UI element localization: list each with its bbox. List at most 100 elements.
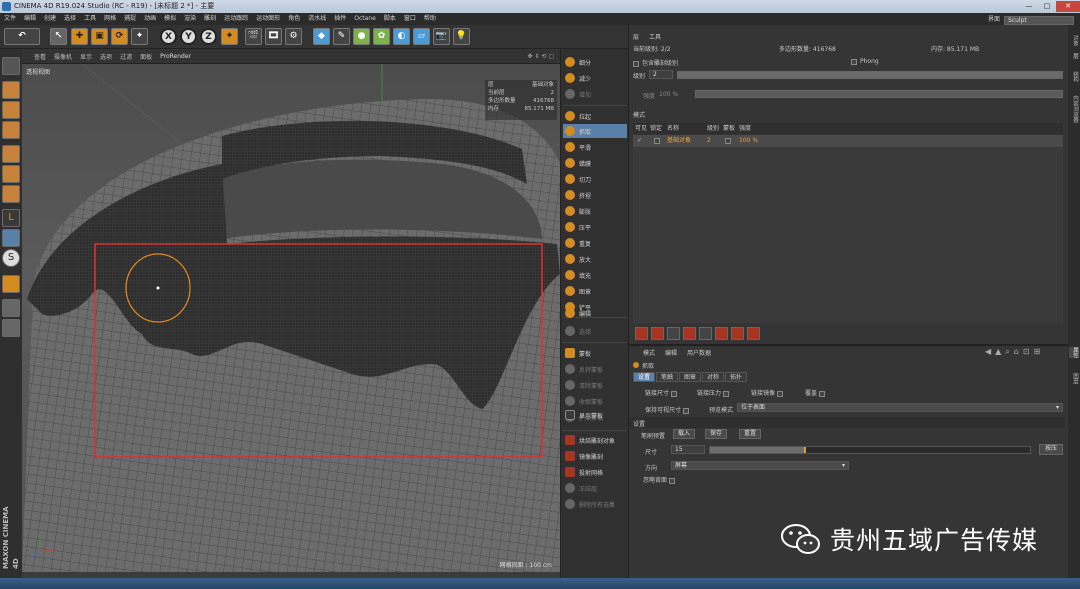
merge-layer-icon[interactable] <box>683 327 696 340</box>
sculpt-tool-wax[interactable]: 蜡膜 <box>563 156 627 170</box>
save-button[interactable]: 保存 <box>705 429 727 439</box>
clear-mask-tool[interactable]: 清除蒙板 <box>563 378 627 392</box>
undo-button[interactable]: ↶ <box>4 28 40 45</box>
edge-tab-content-browser[interactable]: 内容浏览器 <box>1069 95 1079 123</box>
menu-tools[interactable]: 工具 <box>84 13 96 25</box>
sculpt-tool-stamp[interactable]: 图章 <box>563 284 627 298</box>
coordinate-system-icon[interactable]: ⌖ <box>221 28 238 45</box>
reset-button[interactable]: 重置 <box>739 429 761 439</box>
edge-tab-structure[interactable]: 结构 <box>1069 71 1079 82</box>
texture-mode-icon[interactable] <box>2 101 20 119</box>
sculpt-tool-knife[interactable]: 切刀 <box>563 172 627 186</box>
viewport-menu-display[interactable]: 显示 <box>80 52 92 61</box>
array-generator-icon[interactable]: ✿ <box>373 28 390 45</box>
attr-menu-userdata[interactable]: 用户数据 <box>687 348 711 357</box>
sculpt-tool-subdivide[interactable]: 细分 <box>563 55 627 69</box>
rotate-tool-icon[interactable]: ⟳ <box>111 28 128 45</box>
link-size-option[interactable]: 链接尺寸 <box>645 388 680 397</box>
menu-script[interactable]: 脚本 <box>384 13 396 25</box>
sculpt-tool-amplify[interactable]: 放大 <box>563 252 627 266</box>
make-editable-icon[interactable] <box>2 57 20 75</box>
viewport-menu-filter[interactable]: 过滤 <box>120 52 132 61</box>
show-mask-tool[interactable]: 显示蒙板 <box>563 408 627 422</box>
add-layer-icon[interactable] <box>635 327 648 340</box>
render-settings-icon[interactable]: ⚙ <box>285 28 302 45</box>
tab-tools[interactable]: 工具 <box>649 32 661 41</box>
attr-nav-icons[interactable]: ◀▲⌕⌂⊡⊞ <box>985 347 1044 357</box>
edge-tab-layers[interactable]: 层 <box>1069 53 1079 59</box>
add-folder-icon[interactable] <box>651 327 664 340</box>
x-axis-lock-button[interactable]: X <box>160 28 177 45</box>
viewport-menu-view[interactable]: 查看 <box>34 52 46 61</box>
y-axis-lock-button[interactable]: Y <box>180 28 197 45</box>
minimize-button[interactable]: — <box>1020 1 1038 12</box>
sculpt-tool-select[interactable]: 选择 <box>563 324 627 338</box>
edge-tab-layer[interactable]: 图层 <box>1069 373 1079 384</box>
workplane-lock-icon[interactable] <box>2 275 20 293</box>
camera-icon[interactable]: 📷 <box>433 28 450 45</box>
sculpt-tool-pull[interactable]: 拉起 <box>563 109 627 123</box>
axis-mode-icon[interactable]: L <box>2 209 20 227</box>
snap-icon[interactable]: S <box>2 249 20 267</box>
menu-select[interactable]: 选择 <box>64 13 76 25</box>
perspective-viewport[interactable]: 透视视图 层基础对象 当前层 2 多边形数量 416768 内存 85.171 MB … <box>22 64 560 572</box>
viewport-nav-icons[interactable]: ✥ ⇕ ⟲ ▢ <box>528 53 554 60</box>
menu-create[interactable]: 创建 <box>44 13 56 25</box>
move-up-icon[interactable] <box>715 327 728 340</box>
invert-mask-tool[interactable]: 反转蒙板 <box>563 362 627 376</box>
pen-spline-icon[interactable]: ✎ <box>333 28 350 45</box>
backface-option[interactable]: 忽略背面 <box>643 475 678 484</box>
level-field[interactable]: 2 <box>649 70 673 79</box>
z-axis-lock-button[interactable]: Z <box>200 28 217 45</box>
polygons-mode-icon[interactable] <box>2 185 20 203</box>
include-sculpt-checkbox[interactable]: 包含雕刻级别 <box>633 58 678 67</box>
viewport-menu-panel[interactable]: 面板 <box>140 52 152 61</box>
menu-simulate[interactable]: 模拟 <box>164 13 176 25</box>
select-tool-icon[interactable]: ↖ <box>50 28 67 45</box>
viewport-menu-options[interactable]: 选项 <box>100 52 112 61</box>
menu-octane[interactable]: Octane <box>354 13 376 25</box>
menu-plugins[interactable]: 插件 <box>334 13 346 25</box>
menu-character[interactable]: 角色 <box>288 13 300 25</box>
render-view-icon[interactable]: 🎬 <box>245 28 262 45</box>
phong-checkbox[interactable]: Phong <box>851 58 879 65</box>
menu-pipeline[interactable]: 流水线 <box>308 13 326 25</box>
attr-menu-edit[interactable]: 编辑 <box>665 348 677 357</box>
keep-visible-size-option[interactable]: 保持可视尺寸 <box>645 405 692 414</box>
mask-tool[interactable]: 蒙板 <box>563 346 627 360</box>
layout-dropdown[interactable]: Sculpt <box>1004 15 1074 25</box>
shrink-mask-tool[interactable]: 收缩蒙板 <box>563 394 627 408</box>
attr-menu-mode[interactable]: 模式 <box>643 348 655 357</box>
viewport-menu-prorender[interactable]: ProRender <box>160 53 191 60</box>
tab-symmetry[interactable]: 对称 <box>702 372 724 382</box>
menu-edit[interactable]: 编辑 <box>24 13 36 25</box>
sculpt-tool-smooth[interactable]: 平滑 <box>563 140 627 154</box>
layer-row[interactable]: ✓ 基础对象 2 100 % <box>633 135 1063 147</box>
render-picture-viewer-icon[interactable]: 🎞 <box>265 28 282 45</box>
sculpt-tool-repeat[interactable]: 重复 <box>563 236 627 250</box>
edges-mode-icon[interactable] <box>2 165 20 183</box>
sculpt-tool-inflate[interactable]: 膨胀 <box>563 204 627 218</box>
menu-render[interactable]: 渲染 <box>184 13 196 25</box>
strength-slider[interactable] <box>695 90 1063 98</box>
level-slider[interactable] <box>677 71 1063 79</box>
deformer-icon[interactable]: ◐ <box>393 28 410 45</box>
sculpt-tool-edit[interactable]: 编辑 <box>563 306 627 320</box>
scale-tool-icon[interactable]: ▣ <box>91 28 108 45</box>
tab-layers[interactable]: 层 <box>633 32 639 41</box>
sculpt-tool-increase[interactable]: 增加 <box>563 87 627 101</box>
pressure-button[interactable]: 按压 <box>1039 444 1063 455</box>
link-pressure-option[interactable]: 链接压力 <box>697 388 732 397</box>
visible-check-icon[interactable]: ✓ <box>633 135 650 147</box>
close-button[interactable]: ✕ <box>1056 1 1080 12</box>
tweak-mode-icon[interactable] <box>2 229 20 247</box>
recent-tool-icon[interactable]: ✦ <box>131 28 148 45</box>
override-option[interactable]: 覆盖 <box>805 388 828 397</box>
delete-selections-tool[interactable]: 删除所有选集 <box>563 497 627 511</box>
bake-sculpt-tool[interactable]: 烘焙雕刻对象 <box>563 433 627 447</box>
cube-primitive-icon[interactable]: ◆ <box>313 28 330 45</box>
menu-window[interactable]: 窗口 <box>404 13 416 25</box>
tab-settings[interactable]: 设置 <box>633 372 655 382</box>
menu-sculpt[interactable]: 雕刻 <box>204 13 216 25</box>
sculpt-tool-pinch[interactable]: 挤捏 <box>563 188 627 202</box>
